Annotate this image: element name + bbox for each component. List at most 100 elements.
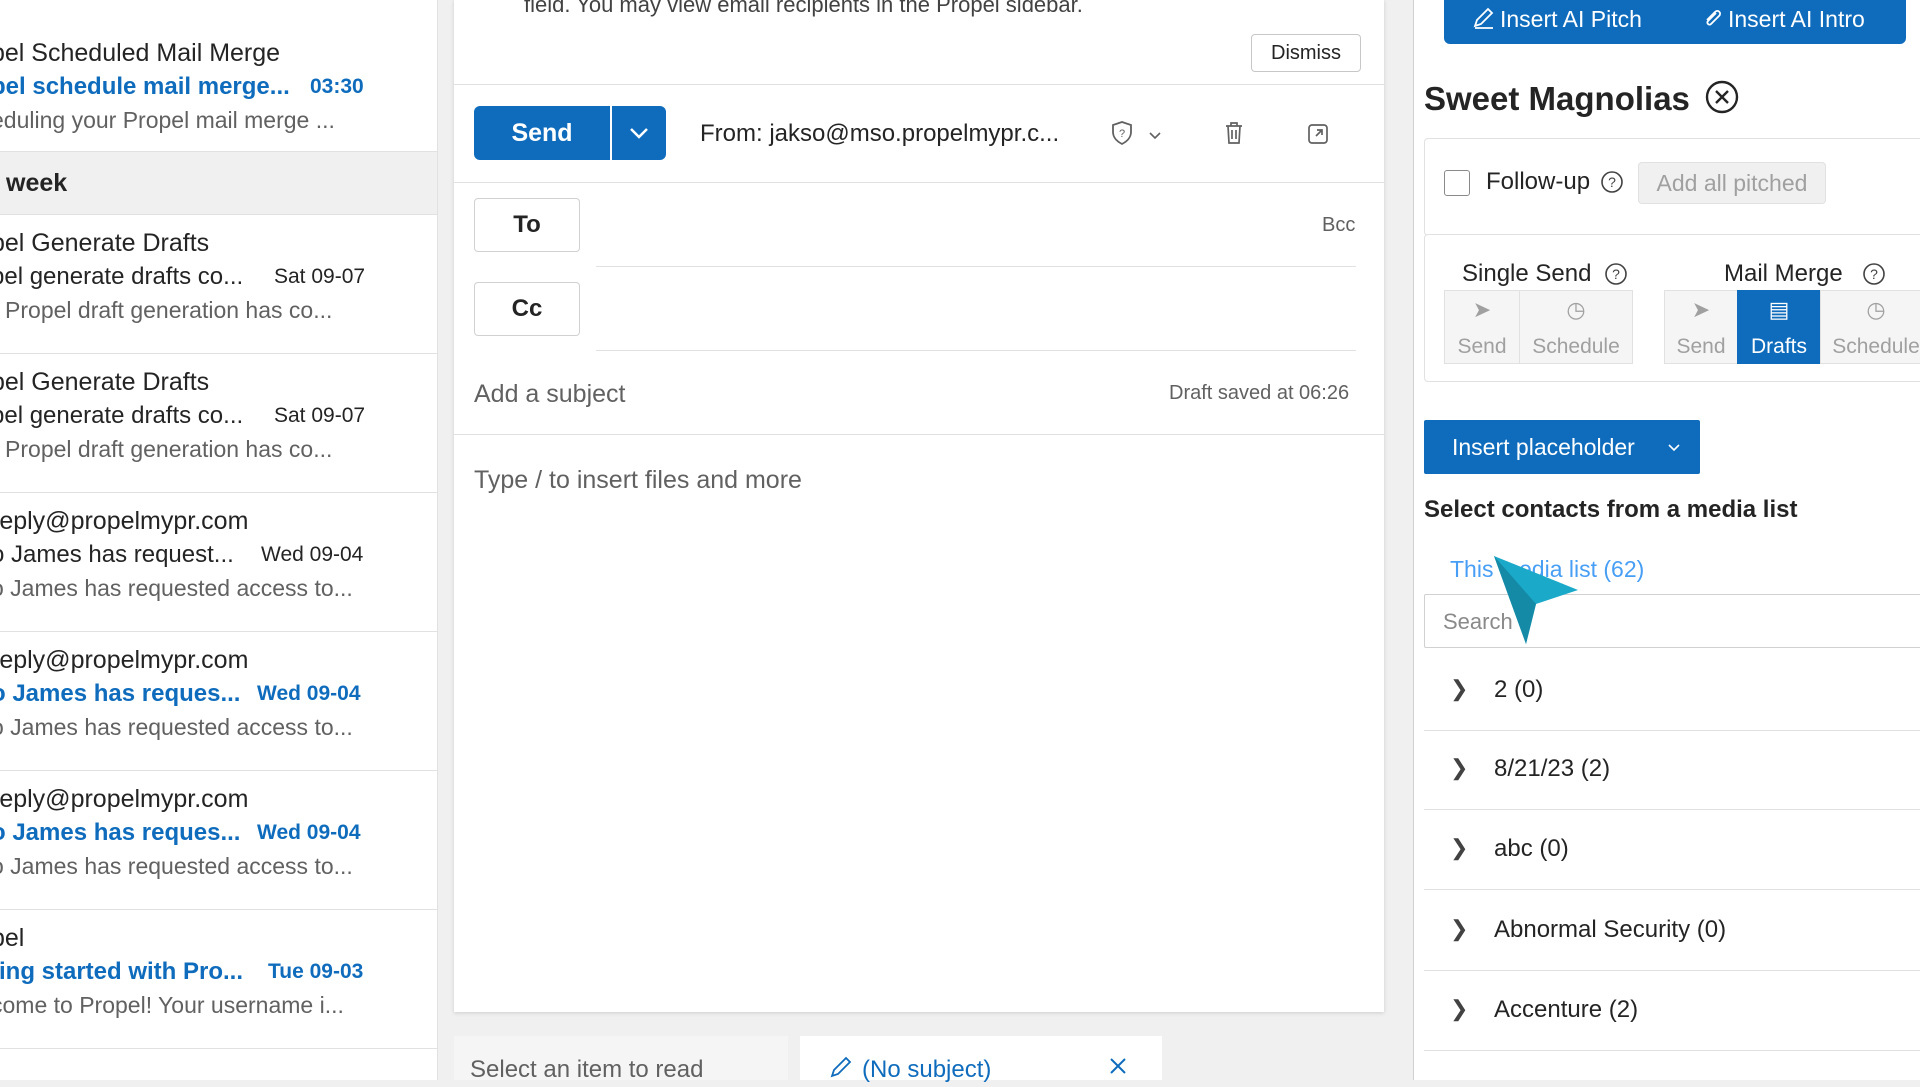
campaign-title-text: Sweet Magnolias [1424, 80, 1690, 117]
media-list-row[interactable]: ❯ 2 (0) [1424, 652, 1920, 731]
chevron-right-icon: ❯ [1450, 916, 1469, 941]
to-button[interactable]: To [474, 198, 580, 252]
subject-input[interactable]: Add a subject [474, 380, 626, 409]
send-all-icon: ➤ [1691, 297, 1711, 322]
media-list-name: abc (0) [1494, 835, 1569, 862]
merge-schedule-button[interactable]: ◷ Schedule [1820, 290, 1920, 364]
mail-item[interactable]: reply@propelmypr.com o James has reques.… [0, 771, 437, 910]
chevron-right-icon: ❯ [1450, 676, 1469, 701]
clock-icon: ◷ [1866, 297, 1886, 322]
mail-subject: o James has reques... [0, 680, 241, 707]
mail-list: pel Scheduled Mail Merge pel schedule ma… [0, 0, 438, 1080]
mail-date: Wed 09-04 [257, 821, 361, 844]
single-send-label: Single Send [1462, 260, 1592, 287]
mail-date: Tue 09-03 [268, 960, 364, 983]
mail-date: Sat 09-07 [274, 404, 366, 427]
media-list-row[interactable]: ❯ 8/21/23 (2) [1424, 731, 1920, 810]
draft-tab[interactable]: (No subject) [800, 1036, 1162, 1083]
mail-item[interactable]: reply@propelmypr.com o James has request… [0, 493, 437, 632]
single-schedule-button[interactable]: ◷ Schedule [1519, 290, 1633, 364]
cursor-arrow-icon [1490, 552, 1580, 652]
mail-item[interactable]: pel Scheduled Mail Merge pel schedule ma… [0, 0, 437, 152]
chevron-right-icon: ❯ [1450, 755, 1469, 780]
send-button[interactable]: Send [474, 106, 610, 160]
help-icon[interactable]: ? [1604, 262, 1628, 291]
svg-text:?: ? [1612, 266, 1620, 282]
mail-item[interactable]: pel Generate Drafts pel generate drafts … [0, 215, 437, 354]
insert-ai-intro-button[interactable]: Insert AI Intro [1728, 6, 1865, 33]
from-field[interactable]: From: jakso@mso.propelmypr.c... [700, 120, 1059, 148]
mail-preview: r Propel draft generation has co... [0, 297, 333, 323]
mail-item[interactable]: pel ting started with Pro... Tue 09-03 c… [0, 910, 437, 1049]
insert-ai-pitch-button[interactable]: Insert AI Pitch [1500, 6, 1642, 33]
dismiss-button[interactable]: Dismiss [1251, 34, 1361, 72]
ai-toolbar: Insert AI Pitch Insert AI Intro [1444, 0, 1906, 44]
insert-placeholder-label: Insert placeholder [1452, 434, 1635, 460]
close-icon[interactable] [1106, 1054, 1130, 1085]
merge-send-button[interactable]: ➤ Send [1664, 290, 1738, 364]
info-notice: field. You may view email recipients in … [524, 0, 1083, 17]
close-circle-icon[interactable] [1705, 80, 1739, 114]
group-header-label: week [6, 169, 68, 197]
mail-date: Wed 09-04 [257, 682, 361, 705]
merge-schedule-button-label: Schedule [1832, 335, 1920, 358]
media-list-row[interactable]: ❯ Abnormal Security (0) [1424, 892, 1920, 971]
follow-up-label: Follow-up [1486, 168, 1591, 195]
media-list-row[interactable]: ❯ Accenture (2) [1424, 972, 1920, 1051]
mail-preview: r Propel draft generation has co... [0, 436, 333, 462]
mail-sender: pel Generate Drafts [0, 368, 210, 396]
mail-preview: o James has requested access to... [0, 853, 353, 879]
mail-sender: reply@propelmypr.com [0, 646, 249, 674]
mail-subject: pel generate drafts co... [0, 263, 244, 290]
propel-sidebar: Insert AI Pitch Insert AI Intro Sweet Ma… [1413, 0, 1920, 1080]
mail-merge-label: Mail Merge [1724, 260, 1843, 287]
mail-preview: o James has requested access to... [0, 714, 353, 740]
svg-text:?: ? [1119, 128, 1125, 140]
trash-icon[interactable] [1222, 120, 1246, 152]
mail-item[interactable]: pel Generate Drafts pel generate drafts … [0, 354, 437, 493]
mail-subject: o James has reques... [0, 819, 241, 846]
pop-out-icon[interactable] [1306, 122, 1330, 152]
chevron-down-icon[interactable] [1146, 124, 1164, 150]
merge-drafts-button[interactable]: ▤ Drafts [1737, 290, 1821, 364]
mail-subject: ting started with Pro... [0, 958, 244, 985]
mail-subject: pel schedule mail merge... [0, 73, 290, 100]
reading-pane-tab[interactable]: Select an item to read [454, 1036, 788, 1083]
compose-pane: field. You may view email recipients in … [454, 0, 1384, 1012]
sensitivity-shield-icon[interactable]: ? [1110, 120, 1134, 152]
pencil-icon [828, 1054, 854, 1087]
add-all-pitched-button[interactable]: Add all pitched [1638, 162, 1826, 204]
paperclip-icon [1700, 6, 1724, 36]
drafts-icon: ▤ [1768, 297, 1790, 322]
mail-sender: reply@propelmypr.com [0, 785, 249, 813]
send-options-button[interactable] [612, 106, 666, 160]
bcc-button[interactable]: Bcc [1322, 214, 1355, 237]
insert-placeholder-button[interactable]: Insert placeholder [1424, 420, 1700, 474]
merge-drafts-button-label: Drafts [1750, 335, 1807, 358]
single-send-button-label: Send [1457, 335, 1507, 358]
send-icon: ➤ [1472, 297, 1492, 322]
cc-button[interactable]: Cc [474, 282, 580, 336]
mail-subject: o James has request... [0, 541, 234, 568]
help-icon[interactable]: ? [1600, 170, 1624, 199]
svg-text:?: ? [1608, 174, 1616, 190]
chevron-down-icon [1668, 444, 1680, 452]
mail-subject: pel generate drafts co... [0, 402, 244, 429]
media-list-name: 8/21/23 (2) [1494, 755, 1611, 782]
help-icon[interactable]: ? [1862, 262, 1886, 291]
pen-icon [1472, 6, 1496, 36]
media-list-row[interactable]: ❯ abc (0) [1424, 811, 1920, 890]
mail-sender: pel Scheduled Mail Merge [0, 39, 281, 67]
mail-date: 03:30 [310, 75, 364, 98]
follow-up-checkbox[interactable] [1444, 170, 1470, 196]
single-send-button[interactable]: ➤ Send [1444, 290, 1520, 364]
media-list-name: Abnormal Security (0) [1494, 916, 1727, 943]
chevron-right-icon: ❯ [1450, 835, 1469, 860]
mail-item[interactable]: reply@propelmypr.com o James has reques.… [0, 632, 437, 771]
chevron-right-icon: ❯ [1450, 996, 1469, 1021]
mail-preview: come to Propel! Your username i... [0, 992, 344, 1018]
message-body[interactable]: Type / to insert files and more [474, 466, 802, 495]
group-header: week [0, 152, 437, 215]
mail-sender: reply@propelmypr.com [0, 507, 249, 535]
media-list-name: 2 (0) [1494, 676, 1544, 703]
